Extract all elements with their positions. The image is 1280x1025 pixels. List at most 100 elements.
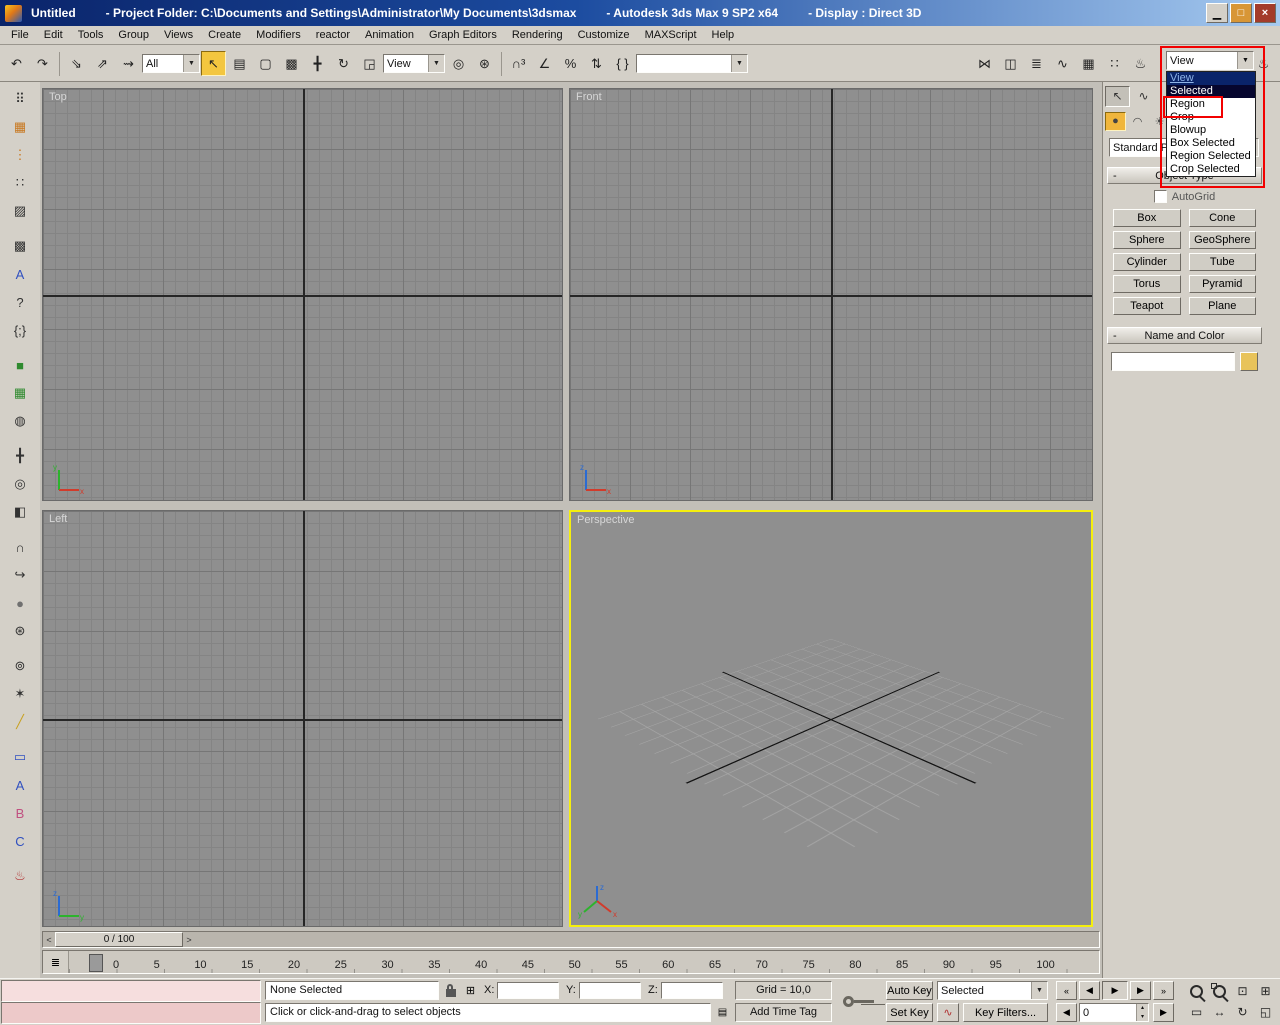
reactor-plane-button[interactable]: ■ bbox=[6, 352, 34, 378]
menu-customize[interactable]: Customize bbox=[571, 27, 637, 43]
reactor-wheel-button[interactable]: ◎ bbox=[6, 471, 34, 497]
viewport-top[interactable]: Top y x bbox=[42, 88, 563, 501]
reactor-anchor-button[interactable]: ╋ bbox=[6, 443, 34, 469]
reactor-deforming-mesh-collection-button[interactable]: ▨ bbox=[6, 198, 34, 224]
named-selection-sets-combo[interactable]: ▼ bbox=[636, 54, 748, 73]
unlink-selection-button[interactable]: ⇗ bbox=[90, 51, 115, 76]
absolute-relative-transform-toggle[interactable]: ⊞ bbox=[462, 982, 479, 999]
play-button[interactable]: ▶ bbox=[1102, 981, 1128, 1000]
angle-snap-toggle-button[interactable]: ∠ bbox=[532, 51, 557, 76]
previous-frame-button[interactable]: ◀ bbox=[1079, 981, 1100, 1000]
time-slider[interactable]: < 0 / 100 > bbox=[42, 931, 1100, 948]
render-type-combo[interactable]: View ▼ bbox=[1166, 51, 1254, 70]
edit-named-selection-sets-button[interactable]: { } bbox=[610, 51, 635, 76]
reactor-motor-button[interactable]: ⊛ bbox=[6, 618, 34, 644]
menu-tools[interactable]: Tools bbox=[71, 27, 111, 43]
tab-modify[interactable]: ∿ bbox=[1131, 86, 1156, 107]
close-button[interactable]: × bbox=[1254, 3, 1276, 23]
time-slider-prev-button[interactable]: < bbox=[43, 932, 55, 947]
render-type-option-region-selected[interactable]: Region Selected bbox=[1167, 150, 1255, 163]
cone-button[interactable]: Cone bbox=[1188, 209, 1256, 227]
reactor-mirror-button[interactable]: ◧ bbox=[6, 499, 34, 525]
layer-manager-button[interactable]: ≣ bbox=[1024, 51, 1049, 76]
arc-rotate-button[interactable]: ↻ bbox=[1232, 1002, 1253, 1022]
reactor-magnet-button[interactable]: ∩ bbox=[6, 534, 34, 560]
reactor-cloth-collection-button[interactable]: ▦ bbox=[6, 114, 34, 140]
reactor-ball-button[interactable]: ● bbox=[6, 590, 34, 616]
reactor-apply-cloth-button[interactable]: A bbox=[6, 261, 34, 287]
category-shapes[interactable]: ◠ bbox=[1127, 112, 1148, 131]
render-type-option-selected[interactable]: Selected bbox=[1167, 85, 1255, 98]
render-type-option-crop[interactable]: Crop bbox=[1167, 111, 1255, 124]
spinner-down-icon[interactable]: ▾ bbox=[1137, 1013, 1148, 1022]
current-frame-marker[interactable] bbox=[89, 954, 103, 972]
name-and-color-rollout[interactable]: - Name and Color bbox=[1107, 327, 1262, 344]
add-time-tag-field[interactable]: Add Time Tag bbox=[735, 1003, 832, 1022]
zoom-extents-button[interactable]: ⊡ bbox=[1232, 981, 1253, 1001]
track-bar[interactable]: ≣ 0 5 10 15 20 25 30 35 40 45 50 55 60 65 70 75 80 85 90 95… bbox=[42, 950, 1100, 974]
torus-button[interactable]: Torus bbox=[1113, 275, 1181, 293]
set-key-mode-indicator[interactable] bbox=[838, 989, 882, 1015]
cylinder-button[interactable]: Cylinder bbox=[1113, 253, 1181, 271]
render-type-option-box-selected[interactable]: Box Selected bbox=[1167, 137, 1255, 150]
undo-button[interactable]: ↶ bbox=[4, 51, 29, 76]
object-color-swatch[interactable] bbox=[1240, 352, 1258, 371]
geosphere-button[interactable]: GeoSphere bbox=[1188, 231, 1256, 249]
menu-group[interactable]: Group bbox=[111, 27, 156, 43]
reactor-soft-body-collection-button[interactable]: ⋮ bbox=[6, 142, 34, 168]
minimize-button[interactable]: ▁ bbox=[1206, 3, 1228, 23]
spinner-snap-toggle-button[interactable]: ⇅ bbox=[584, 51, 609, 76]
select-and-move-button[interactable]: ╋ bbox=[305, 51, 330, 76]
zoom-extents-all-button[interactable]: ⊞ bbox=[1255, 981, 1276, 1001]
menu-reactor[interactable]: reactor bbox=[309, 27, 357, 43]
use-pivot-point-center-button[interactable]: ◎ bbox=[446, 51, 471, 76]
maximize-button[interactable]: □ bbox=[1230, 3, 1252, 23]
open-mini-curve-editor-button[interactable]: ≣ bbox=[43, 951, 69, 973]
menu-rendering[interactable]: Rendering bbox=[505, 27, 570, 43]
menu-animation[interactable]: Animation bbox=[358, 27, 421, 43]
maxscript-mini-listener-output[interactable] bbox=[1, 980, 261, 1002]
reactor-named-set-button[interactable]: {;} bbox=[6, 317, 34, 343]
schematic-view-button[interactable]: ▦ bbox=[1076, 51, 1101, 76]
mirror-button[interactable]: ⋈ bbox=[972, 51, 997, 76]
select-and-manipulate-button[interactable]: ⊛ bbox=[472, 51, 497, 76]
reactor-preview-button[interactable]: ▭ bbox=[6, 744, 34, 770]
reactor-marker-c-button[interactable]: C bbox=[6, 828, 34, 854]
teapot-button[interactable]: Teapot bbox=[1113, 297, 1181, 315]
chevron-down-icon[interactable]: ▼ bbox=[731, 55, 747, 72]
maxscript-mini-listener-input[interactable] bbox=[1, 1002, 261, 1024]
set-key-button[interactable]: Set Key bbox=[886, 1003, 933, 1022]
next-key-button[interactable]: ▶ bbox=[1153, 1003, 1174, 1022]
key-filters-button[interactable]: Key Filters... bbox=[963, 1003, 1048, 1022]
reference-coordinate-system-combo[interactable]: View ▼ bbox=[383, 54, 445, 73]
previous-key-button[interactable]: ◀ bbox=[1056, 1003, 1077, 1022]
reactor-create-animation-button[interactable]: ♨ bbox=[6, 863, 34, 889]
viewport-perspective[interactable]: Perspective z y x bbox=[569, 510, 1093, 927]
select-and-link-button[interactable]: ⇘ bbox=[64, 51, 89, 76]
plane-button[interactable]: Plane bbox=[1188, 297, 1256, 315]
time-slider-groove[interactable] bbox=[195, 932, 1099, 947]
menu-file[interactable]: File bbox=[4, 27, 36, 43]
menu-views[interactable]: Views bbox=[157, 27, 200, 43]
reactor-fracture-button[interactable]: ✶ bbox=[6, 681, 34, 707]
time-slider-next-button[interactable]: > bbox=[183, 932, 195, 947]
chevron-down-icon[interactable]: ▼ bbox=[428, 55, 444, 72]
tab-create[interactable]: ↖ bbox=[1105, 85, 1130, 107]
select-by-name-button[interactable]: ▤ bbox=[227, 51, 252, 76]
menu-modifiers[interactable]: Modifiers bbox=[249, 27, 308, 43]
menu-create[interactable]: Create bbox=[201, 27, 248, 43]
reactor-toy-car-button[interactable]: ⊚ bbox=[6, 653, 34, 679]
rectangular-selection-region-button[interactable]: ▢ bbox=[253, 51, 278, 76]
menu-graph-editors[interactable]: Graph Editors bbox=[422, 27, 504, 43]
min-max-toggle-button[interactable]: ◱ bbox=[1255, 1002, 1276, 1022]
reactor-rope-collection-button[interactable]: ∷ bbox=[6, 170, 34, 196]
x-coordinate-field[interactable] bbox=[497, 982, 559, 999]
window-crossing-toggle-button[interactable]: ▩ bbox=[279, 51, 304, 76]
reactor-sphere-button[interactable]: ◍ bbox=[6, 408, 34, 434]
time-slider-handle[interactable]: 0 / 100 bbox=[55, 932, 183, 947]
snap-toggle-3d-button[interactable]: ∩³ bbox=[506, 51, 531, 76]
reactor-rigid-body-collection-button[interactable]: ⠿ bbox=[6, 86, 34, 112]
reactor-wand-button[interactable]: ╱ bbox=[6, 709, 34, 735]
select-and-scale-button[interactable]: ◲ bbox=[357, 51, 382, 76]
y-coordinate-field[interactable] bbox=[579, 982, 641, 999]
